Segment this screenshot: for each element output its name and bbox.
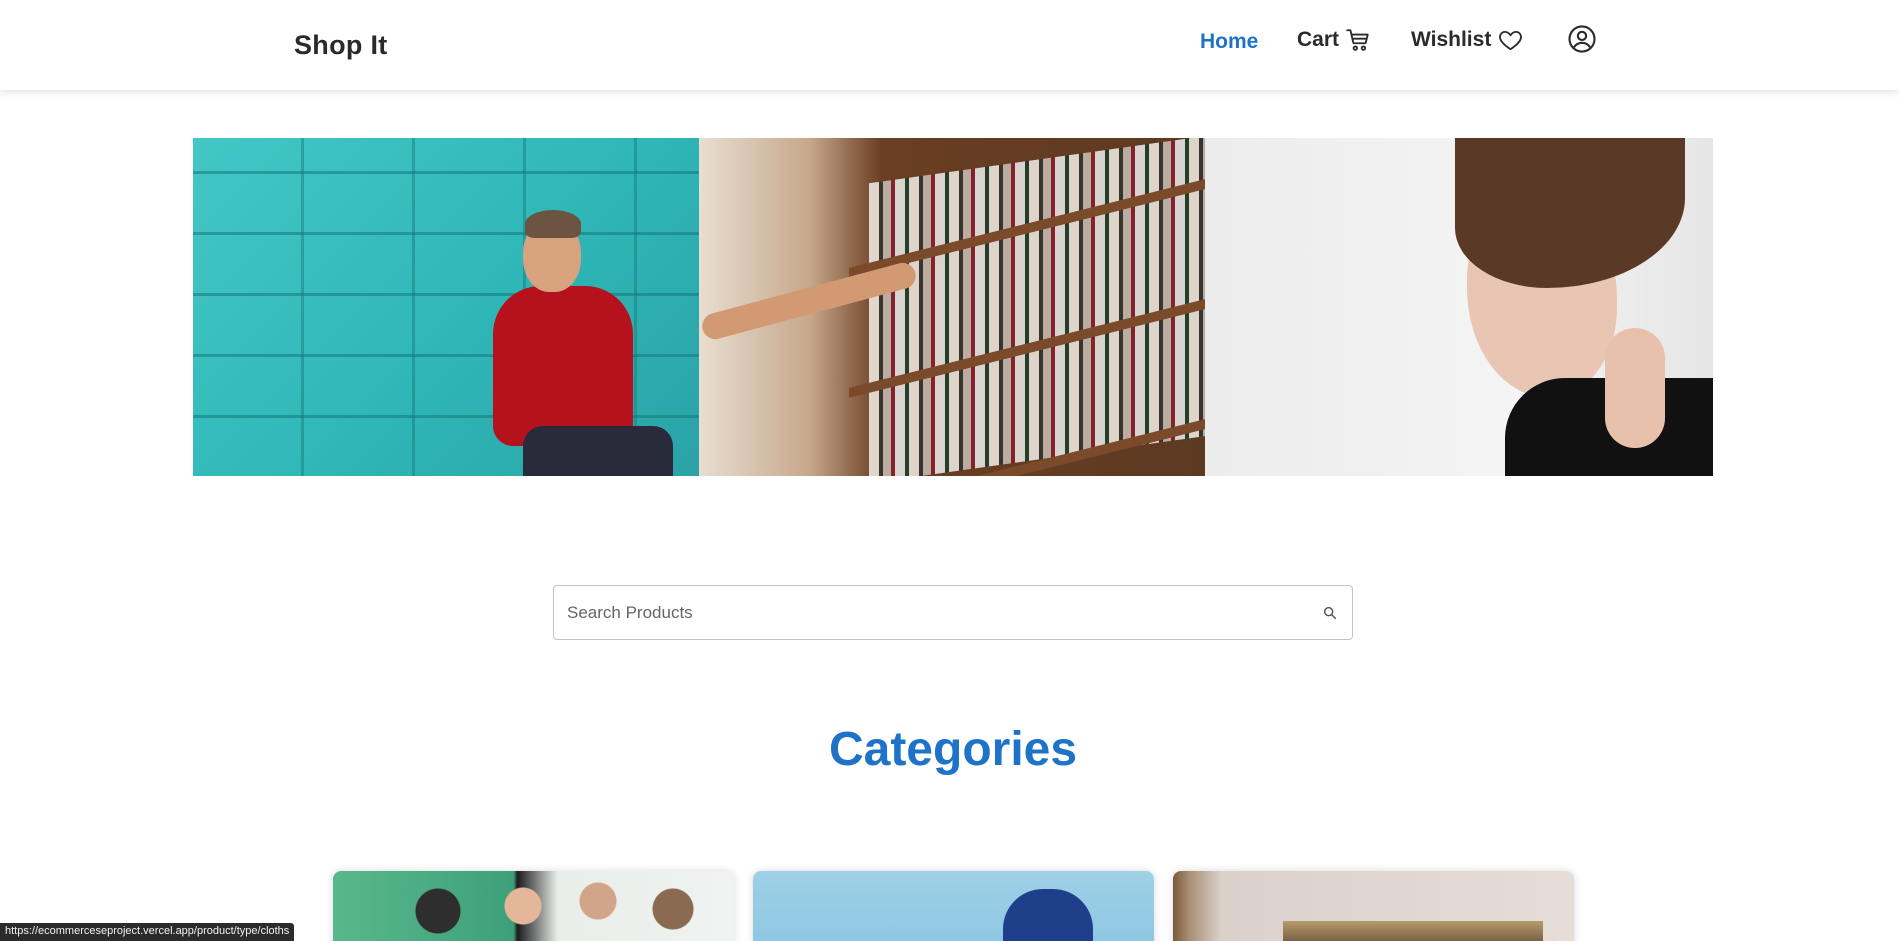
nav-home-label: Home bbox=[1200, 30, 1259, 53]
search-box bbox=[553, 585, 1353, 640]
hero-image-clothing bbox=[193, 138, 699, 476]
nav-wishlist-label: Wishlist bbox=[1411, 28, 1492, 51]
nav-home-link[interactable]: Home bbox=[1200, 30, 1258, 54]
category-card-shoes[interactable] bbox=[753, 871, 1154, 941]
user-circle-icon bbox=[1568, 25, 1596, 53]
search-input[interactable] bbox=[554, 586, 1314, 639]
hero-banner bbox=[193, 138, 1713, 476]
search-icon[interactable] bbox=[1322, 605, 1338, 626]
category-card-home[interactable] bbox=[1173, 871, 1574, 941]
categories-heading: Categories bbox=[828, 723, 1078, 776]
link-preview-status-bar: https://ecommerceseproject.vercel.app/pr… bbox=[0, 923, 295, 941]
site-header: Shop It Home Cart Wishlist bbox=[0, 0, 1900, 90]
nav-cart-label: Cart bbox=[1297, 28, 1340, 51]
category-card-clothing[interactable] bbox=[333, 871, 734, 941]
brand-logo[interactable]: Shop It bbox=[294, 30, 388, 61]
account-button[interactable] bbox=[1561, 24, 1597, 54]
nav-cart-link[interactable]: Cart bbox=[1297, 27, 1371, 53]
nav-wishlist-link[interactable]: Wishlist bbox=[1411, 27, 1524, 53]
cart-icon bbox=[1346, 29, 1369, 51]
hero-image-books bbox=[699, 138, 1205, 476]
hero-image-jewelry bbox=[1205, 138, 1713, 476]
heart-icon bbox=[1499, 30, 1523, 51]
